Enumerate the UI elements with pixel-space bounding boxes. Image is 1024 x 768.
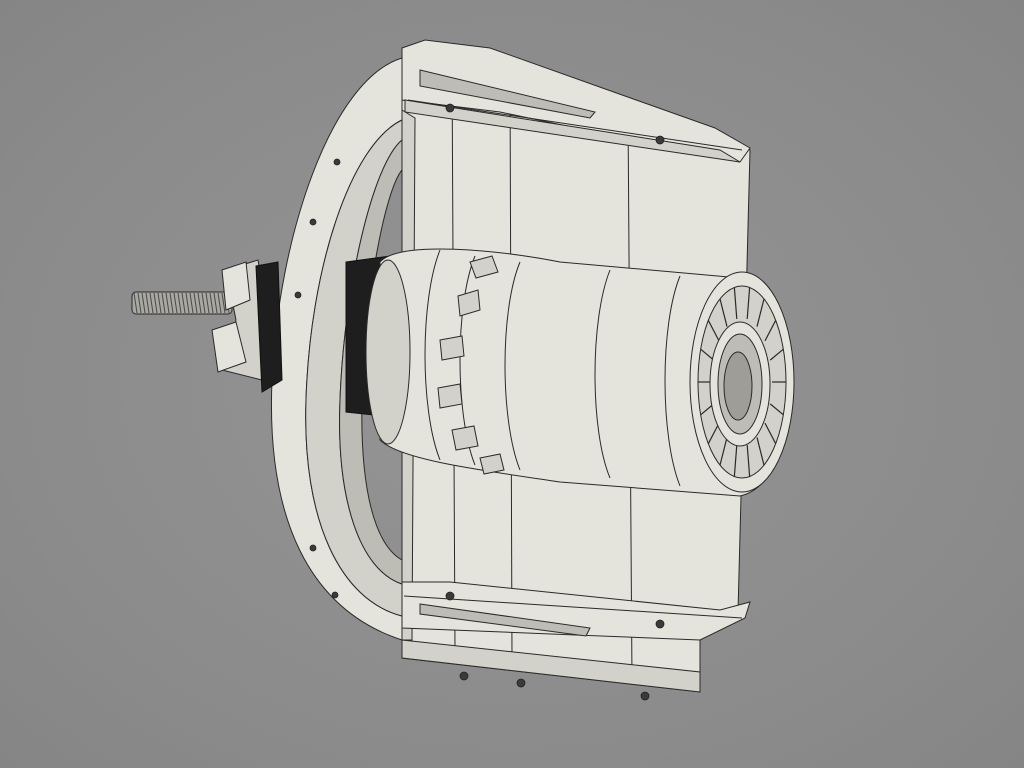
guard-ring-hole — [294, 291, 302, 299]
cad-model[interactable] — [0, 0, 1024, 768]
bottom-flange-hole — [459, 671, 469, 681]
top-rail-hole — [655, 135, 665, 145]
top-rail-hole — [445, 103, 455, 113]
guard-ring-hole — [309, 218, 317, 226]
bottom-rail-hole — [655, 619, 665, 629]
clamp-bracket[interactable] — [211, 259, 283, 393]
retaining-clip[interactable] — [439, 335, 465, 361]
threaded-rod[interactable] — [131, 291, 233, 315]
cad-viewport[interactable] — [0, 0, 1024, 768]
guard-ring-hole — [331, 591, 339, 599]
guard-ring-hole — [309, 544, 317, 552]
retaining-clip[interactable] — [479, 453, 505, 475]
retaining-clip[interactable] — [437, 383, 463, 409]
retaining-clip[interactable] — [451, 425, 479, 451]
bottom-flange-hole — [516, 678, 526, 688]
bottom-rail-hole — [445, 591, 455, 601]
bottom-flange-hole — [640, 691, 650, 701]
exhaust-nozzle[interactable] — [689, 271, 795, 493]
guard-ring-hole — [333, 158, 341, 166]
